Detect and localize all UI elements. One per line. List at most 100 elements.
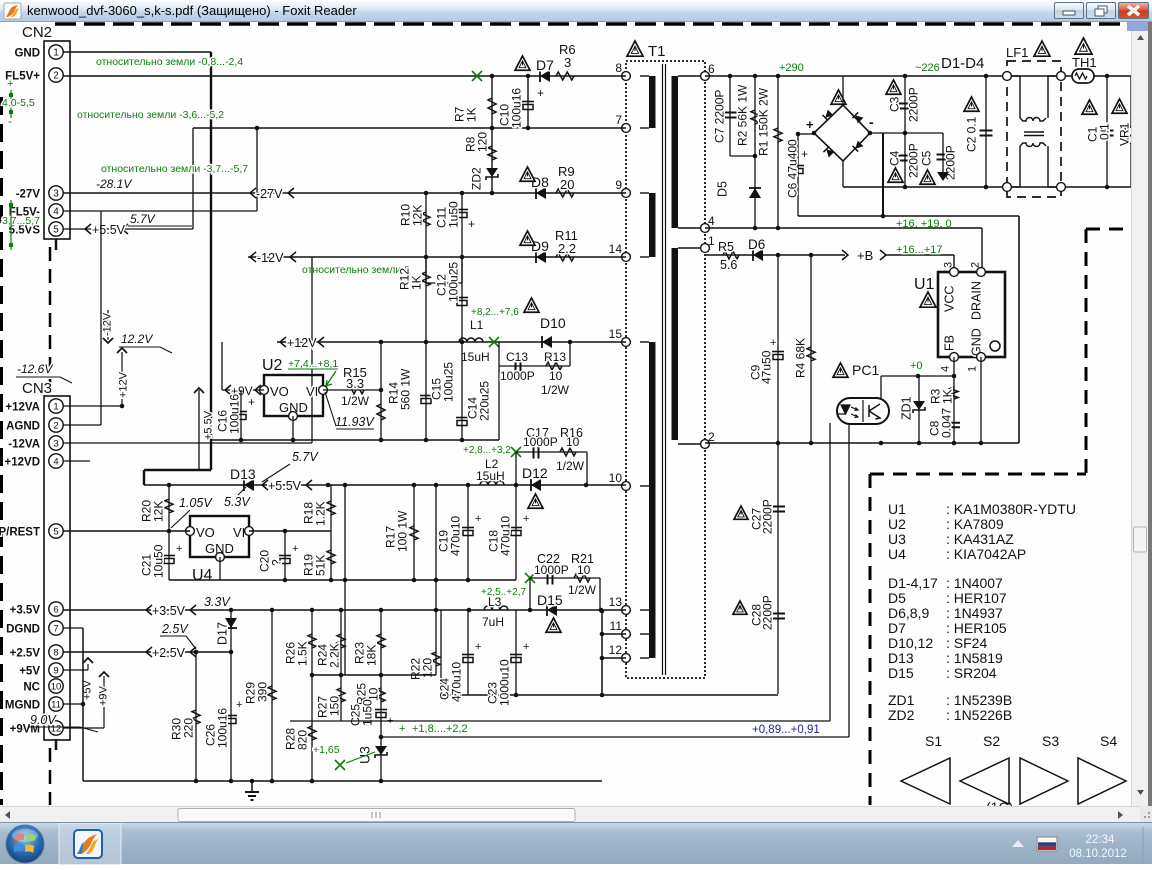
svg-text:2: 2 (53, 421, 58, 432)
svg-text:100u16: 100u16 (216, 708, 230, 748)
svg-text:+5.5V: +5.5V (268, 479, 302, 493)
svg-text:4: 4 (940, 366, 952, 372)
svg-text:0.1: 0.1 (1098, 123, 1112, 140)
svg-text:VI: VI (306, 384, 318, 399)
svg-text:GND: GND (970, 328, 984, 356)
svg-text:+: + (475, 641, 481, 653)
svg-text:+: + (537, 86, 544, 100)
svg-text:-27V: -27V (256, 187, 283, 201)
svg-text:7uH: 7uH (482, 615, 504, 629)
svg-text:3: 3 (53, 439, 58, 450)
svg-text:FB: FB (943, 335, 957, 351)
svg-text:11: 11 (610, 619, 623, 633)
svg-text:1K: 1K (410, 275, 424, 290)
svg-text:15uH: 15uH (461, 350, 490, 364)
svg-text:U1: U1 (914, 276, 935, 293)
svg-text:3.3: 3.3 (346, 376, 364, 391)
svg-text:+: + (399, 723, 405, 735)
svg-text:10: 10 (609, 471, 623, 485)
svg-text:15uH: 15uH (476, 469, 505, 483)
svg-text:-28.1V: -28.1V (96, 177, 132, 191)
svg-text:7: 7 (615, 113, 622, 127)
svg-text:14: 14 (609, 242, 623, 256)
svg-text:-12VA: -12VA (8, 439, 40, 451)
svg-text:120: 120 (476, 132, 490, 152)
svg-text:R13: R13 (544, 350, 566, 364)
svg-text:2200P: 2200P (761, 499, 775, 534)
svg-text:D5: D5 (716, 181, 730, 197)
svg-text:4.0-5,5: 4.0-5,5 (2, 97, 35, 109)
svg-text:C3: C3 (888, 96, 902, 112)
svg-text:5.3V: 5.3V (224, 495, 251, 509)
svg-text:U4: U4 (192, 567, 213, 584)
svg-text:ZD2: ZD2 (470, 167, 484, 190)
svg-text:+: + (236, 699, 242, 711)
svg-text:+0,89...+0,91: +0,89...+0,91 (752, 724, 820, 736)
svg-text:C4: C4 (888, 150, 902, 166)
svg-text:10: 10 (549, 369, 563, 383)
svg-text:1K: 1K (941, 389, 955, 404)
svg-text:100 1W: 100 1W (396, 510, 410, 552)
svg-text:+3.5V: +3.5V (152, 604, 186, 618)
svg-text:1.5K: 1.5K (296, 641, 310, 666)
svg-text:5.7V: 5.7V (130, 212, 156, 226)
svg-text:20: 20 (560, 177, 574, 192)
svg-text:1K: 1K (465, 107, 479, 122)
svg-text:10: 10 (367, 687, 381, 701)
svg-text:5.6: 5.6 (720, 258, 737, 272)
svg-text:U3: U3 (357, 746, 373, 764)
svg-text:U2: U2 (262, 357, 283, 374)
svg-text:6: 6 (53, 605, 58, 616)
svg-text:: 1N5226B: : 1N5226B (946, 707, 1012, 723)
svg-text:1/2W: 1/2W (541, 383, 570, 397)
svg-text:D1-D4: D1-D4 (941, 55, 984, 72)
svg-text:+: + (7, 78, 13, 90)
svg-text:5: 5 (53, 225, 59, 236)
svg-text:D15: D15 (537, 592, 563, 608)
svg-text:1: 1 (53, 402, 58, 413)
svg-text:470u10: 470u10 (499, 516, 513, 556)
svg-text:VO: VO (270, 384, 289, 399)
svg-text:+3.5V: +3.5V (10, 605, 41, 617)
svg-text:5: 5 (53, 527, 58, 538)
svg-text:22:34: 22:34 (1086, 834, 1115, 846)
svg-text:100u25: 100u25 (442, 362, 456, 402)
svg-text:3: 3 (53, 189, 59, 200)
svg-text:08.10.2012: 08.10.2012 (1069, 848, 1127, 860)
svg-text:8: 8 (53, 648, 58, 659)
svg-text:VI: VI (233, 525, 245, 540)
svg-text:2.2: 2.2 (558, 241, 576, 256)
svg-text:D5: D5 (888, 590, 906, 606)
svg-text:2200P: 2200P (907, 87, 921, 122)
svg-text:1.2K: 1.2K (314, 501, 328, 526)
svg-text:1u50: 1u50 (447, 201, 461, 228)
svg-text:D7: D7 (536, 57, 554, 73)
svg-text:D13: D13 (888, 650, 914, 666)
svg-text:~226: ~226 (915, 62, 940, 74)
svg-text:10u50: 10u50 (152, 544, 166, 578)
svg-text:9: 9 (53, 666, 58, 677)
svg-text:100u25: 100u25 (447, 262, 461, 302)
svg-text:51K: 51K (314, 555, 328, 576)
svg-text:ZD1: ZD1 (900, 396, 914, 420)
svg-text:+: + (806, 117, 814, 132)
svg-text:15: 15 (609, 327, 623, 341)
svg-text:+: + (292, 543, 298, 555)
svg-text:3.3V: 3.3V (204, 595, 231, 609)
svg-text:5.7V: 5.7V (292, 450, 319, 464)
svg-text:R1 150K 2W: R1 150K 2W (757, 87, 771, 156)
svg-text:TH1: TH1 (1072, 55, 1097, 70)
svg-text:T1: T1 (648, 43, 666, 60)
svg-text:D6,8,9: D6,8,9 (888, 605, 929, 621)
svg-text:GND: GND (14, 48, 40, 60)
svg-text:-12V: -12V (102, 312, 114, 336)
svg-text:9.0V: 9.0V (30, 713, 57, 727)
svg-text:NC: NC (23, 682, 40, 694)
svg-text:1000P: 1000P (534, 563, 569, 577)
svg-text:PC1: PC1 (852, 362, 879, 378)
svg-text:-12.6V: -12.6V (17, 362, 53, 376)
svg-text:2.5V: 2.5V (161, 622, 189, 636)
svg-text:220: 220 (182, 718, 196, 738)
svg-text:-12V: -12V (257, 251, 284, 265)
svg-text:1/2W: 1/2W (341, 394, 370, 408)
